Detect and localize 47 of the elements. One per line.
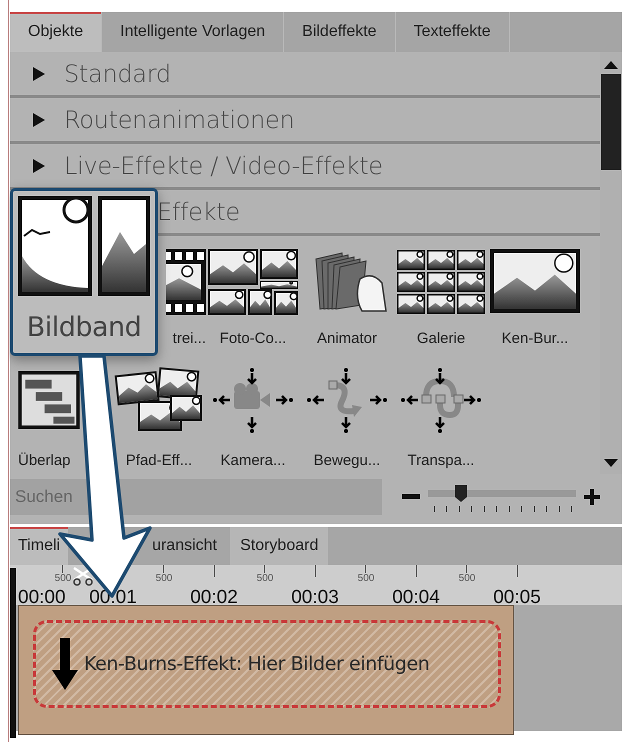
effect-label[interactable]: Überlap [18, 452, 71, 469]
scissors-icon[interactable] [72, 566, 94, 586]
scroll-up-icon[interactable] [604, 60, 618, 70]
category-header[interactable]: Live-Effekte / Video-Effekte [64, 152, 383, 180]
preview-label: Bildband [26, 312, 142, 343]
scroll-down-icon[interactable] [604, 458, 618, 468]
landscape-icon[interactable] [490, 249, 580, 315]
expand-triangle-icon[interactable] [32, 158, 46, 172]
tab[interactable]: Objekte [10, 12, 102, 52]
expand-triangle-icon[interactable] [32, 112, 46, 126]
ruler-tick-label: 500 [358, 573, 374, 584]
overlap-bars-icon[interactable] [18, 371, 80, 429]
tab[interactable]: Timeli [10, 527, 68, 565]
gallery-grid-icon[interactable] [396, 249, 486, 315]
ruler-tick-label: 500 [458, 573, 476, 584]
effect-label[interactable]: Bewegu... [314, 452, 380, 469]
landscape-icon [18, 196, 92, 296]
tab[interactable]: Storyboard [230, 527, 328, 565]
photo-stack-icon[interactable] [114, 367, 204, 433]
ruler-tick-label: 500 [256, 573, 274, 584]
effect-label[interactable]: Pfad-Eff... [126, 452, 192, 469]
scroll-thumb[interactable] [601, 74, 621, 170]
drop-zone[interactable]: Ken-Burns-Effekt: Hier Bilder einfügen [33, 620, 501, 708]
slider-thumb[interactable] [454, 485, 467, 502]
landscape-icon [98, 196, 150, 296]
effect-label[interactable]: Transpa... [408, 452, 474, 469]
effect-label[interactable]: Galerie [416, 330, 466, 347]
down-arrow-icon [52, 638, 78, 690]
effect-label[interactable]: Animator [316, 330, 378, 347]
category-header[interactable]: Effekte [157, 198, 240, 226]
filmstrip-icon[interactable] [166, 249, 206, 315]
zoom-slider[interactable] [428, 484, 576, 510]
effect-label[interactable]: Kamera... [220, 452, 286, 469]
zoom-in-icon[interactable] [584, 489, 600, 505]
effect-label[interactable]: trei... [172, 330, 206, 347]
effect-label[interactable]: Foto-Co... [220, 330, 286, 347]
category-header[interactable]: Standard [64, 60, 171, 88]
ruler-tick-label: 500 [54, 573, 72, 584]
drop-zone-label: Ken-Burns-Effekt: Hier Bilder einfügen [84, 653, 430, 675]
timeline-clip[interactable]: Ken-Burns-Effekt: Hier Bilder einfügen [18, 605, 514, 735]
photo-collage-icon[interactable] [208, 249, 298, 315]
category-header[interactable]: Routenanimationen [64, 106, 294, 134]
ruler-tick-label: 500 [156, 573, 172, 584]
zoom-out-icon[interactable] [402, 494, 420, 500]
expand-triangle-icon[interactable] [32, 66, 46, 80]
effect-label[interactable]: Ken-Bur... [502, 330, 568, 347]
search-field[interactable]: Suchen [10, 479, 382, 515]
